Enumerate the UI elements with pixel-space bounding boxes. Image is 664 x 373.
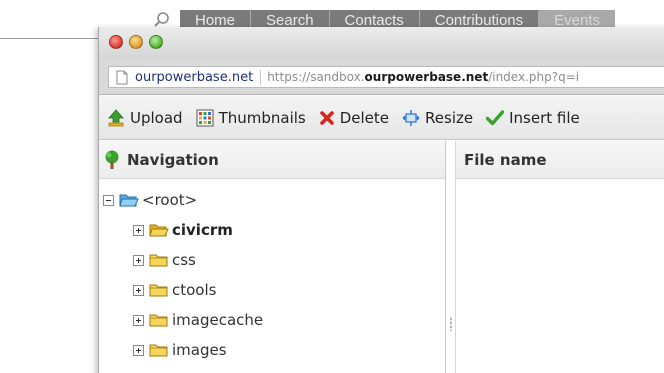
- pane-splitter[interactable]: [446, 141, 456, 373]
- url-domain: ourpowerbase.net: [364, 70, 489, 84]
- tree-icon: [105, 150, 119, 169]
- expand-icon[interactable]: [133, 284, 144, 296]
- folder-icon: [149, 344, 168, 357]
- insert-file-button[interactable]: Insert file: [486, 109, 580, 127]
- tree-folder-label: imagecache: [172, 311, 264, 329]
- upload-button[interactable]: Upload: [107, 109, 183, 127]
- folder-open-icon: [119, 194, 139, 207]
- window-titlebar: [99, 27, 664, 59]
- column-file-name[interactable]: File name: [464, 151, 547, 169]
- page-icon: [116, 70, 128, 84]
- file-list-pane: File name: [456, 141, 664, 373]
- file-toolbar: Upload Thumbnails Delete Resize Insert f…: [99, 96, 664, 140]
- resize-label: Resize: [425, 108, 474, 127]
- site-identity-label: ourpowerbase.net: [135, 69, 262, 85]
- tree-folder-imagecache[interactable]: imagecache: [133, 309, 263, 331]
- tree-folder-civicrm[interactable]: civicrm: [133, 219, 233, 241]
- upload-icon: [108, 108, 124, 126]
- tree-folder-css[interactable]: css: [133, 249, 196, 271]
- tree-folder-label: css: [172, 251, 196, 269]
- navigation-pane: Navigation <root> civicrm css ctools ima…: [99, 141, 446, 373]
- checkmark-icon: [486, 109, 505, 125]
- url-suffix: /index.php?q=i: [488, 70, 580, 84]
- tree-folder-ctools[interactable]: ctools: [133, 279, 216, 301]
- close-window-button[interactable]: [109, 35, 123, 49]
- collapse-icon[interactable]: [103, 194, 114, 206]
- thumbnails-button[interactable]: Thumbnails: [196, 109, 306, 127]
- delete-button[interactable]: Delete: [319, 109, 389, 127]
- expand-icon[interactable]: [133, 344, 144, 356]
- tree-root-label: <root>: [142, 191, 198, 209]
- navigation-title: Navigation: [127, 150, 219, 169]
- tree-folder-images[interactable]: images: [133, 339, 227, 361]
- tree-folder-partial[interactable]: [133, 369, 172, 373]
- insert-file-label: Insert file: [509, 108, 580, 127]
- tree-folder-label: civicrm: [172, 221, 233, 239]
- expand-icon[interactable]: [133, 224, 144, 236]
- file-browser-window: ourpowerbase.net https://sandbox.ourpowe…: [98, 27, 664, 373]
- zoom-window-button[interactable]: [149, 35, 163, 49]
- folder-icon: [149, 314, 168, 327]
- screen: Home Search Contacts Contributions Event…: [0, 0, 664, 373]
- folder-icon: [149, 284, 168, 297]
- delete-icon: [319, 110, 334, 125]
- delete-label: Delete: [339, 108, 390, 127]
- thumbnails-icon: [196, 109, 214, 126]
- navigation-header: Navigation: [99, 141, 445, 179]
- address-bar: ourpowerbase.net https://sandbox.ourpowe…: [99, 59, 664, 95]
- expand-icon[interactable]: [133, 254, 144, 266]
- tree-folder-label: images: [172, 341, 227, 359]
- tree-folder-label: ctools: [172, 281, 217, 299]
- splitter-grip[interactable]: [450, 317, 452, 331]
- folder-open-icon: [149, 224, 169, 237]
- url-text: https://sandbox.ourpowerbase.net/index.p…: [267, 70, 579, 84]
- thumbnails-label: Thumbnails: [218, 108, 306, 127]
- expand-icon[interactable]: [133, 314, 144, 326]
- folder-icon: [149, 254, 168, 267]
- resize-icon: [402, 109, 420, 126]
- minimize-window-button[interactable]: [129, 35, 143, 49]
- upload-label: Upload: [130, 108, 183, 127]
- file-list-header: File name: [456, 141, 664, 179]
- address-field[interactable]: ourpowerbase.net https://sandbox.ourpowe…: [108, 66, 664, 88]
- resize-button[interactable]: Resize: [402, 109, 473, 127]
- tree-root[interactable]: <root>: [103, 189, 197, 211]
- url-prefix: https://sandbox.: [267, 70, 365, 84]
